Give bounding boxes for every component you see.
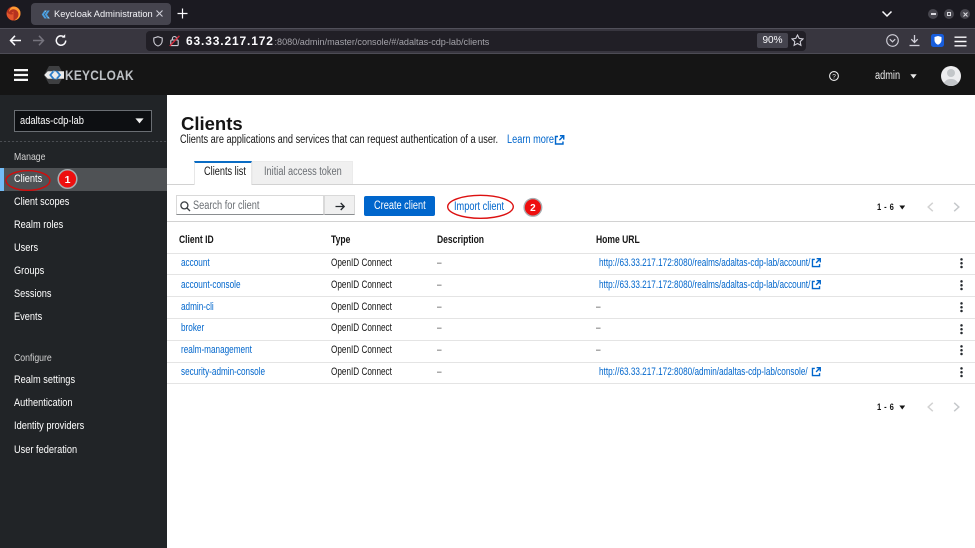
svg-text:1: 1 bbox=[65, 174, 71, 186]
svg-text:2: 2 bbox=[530, 203, 536, 214]
